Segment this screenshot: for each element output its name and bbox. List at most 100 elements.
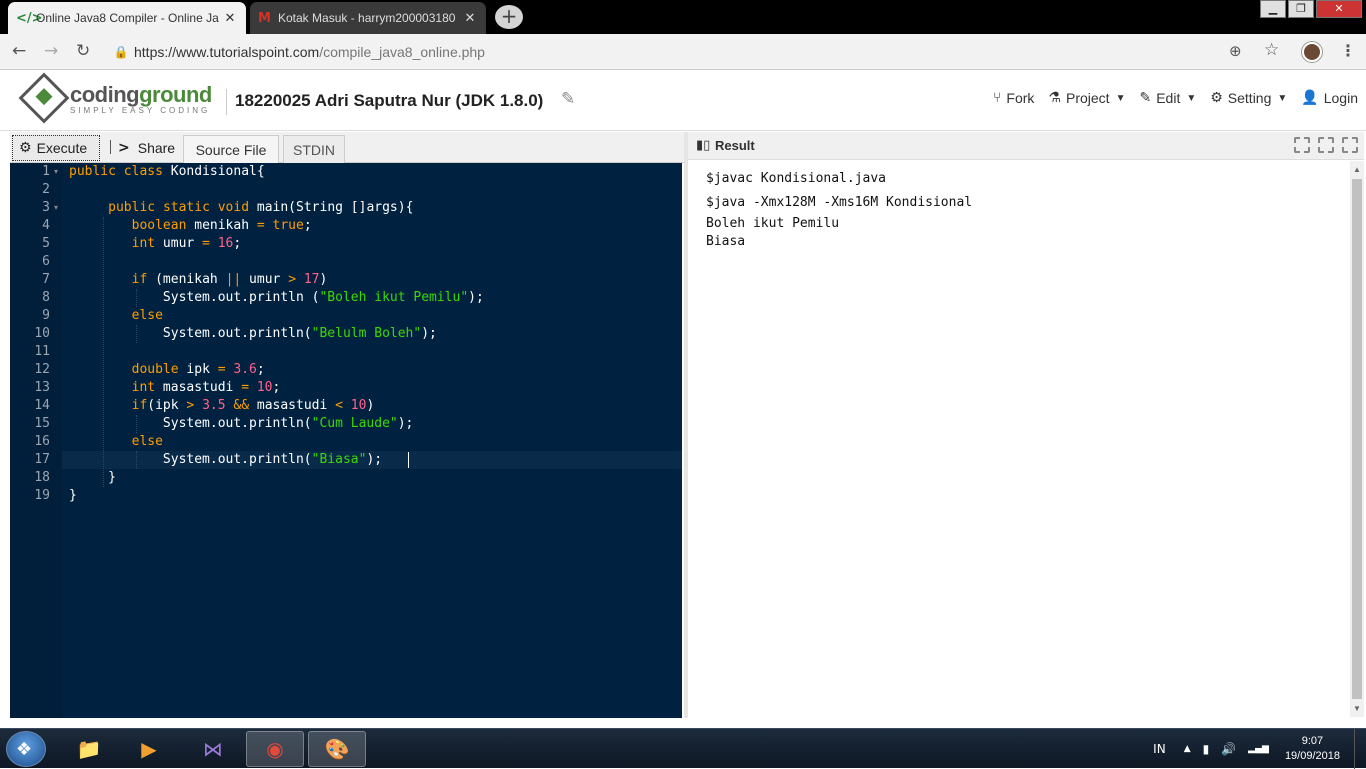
logo-mark-icon <box>18 72 70 124</box>
collapse-icon[interactable] <box>1294 137 1310 153</box>
gear-icon: ⚙ <box>1210 90 1223 106</box>
code-line: else <box>131 434 163 449</box>
edit-title-icon[interactable]: ✎ <box>561 89 575 109</box>
execute-button[interactable]: ⚙ Execute <box>12 135 100 161</box>
menu-login[interactable]: 👤 Login <box>1301 90 1358 106</box>
fold-toggle-icon[interactable]: ▾ <box>54 199 58 217</box>
battery-icon[interactable]: ▮ <box>1203 742 1210 756</box>
code-line: public static void main(String []args){ <box>108 200 414 215</box>
menu-label: Login <box>1323 90 1358 106</box>
browser-tab-bar: </> Online Java8 Compiler - Online Ja ✕ … <box>0 0 1366 34</box>
menu-edit[interactable]: ✎ Edit ▼ <box>1139 90 1196 106</box>
maximize-button[interactable]: ❐ <box>1288 0 1314 18</box>
line-number: 17 <box>34 452 50 467</box>
user-icon: 👤 <box>1301 90 1319 106</box>
close-tab-icon[interactable]: ✕ <box>222 10 238 26</box>
reload-button[interactable]: ↻ <box>76 41 90 61</box>
header-divider <box>226 89 227 115</box>
line-number: 14 <box>34 398 50 413</box>
fullscreen-icon[interactable] <box>1342 137 1358 153</box>
result-header: ▮▯ Result <box>688 132 1364 160</box>
output-line: $javac Kondisional.java <box>706 171 887 186</box>
url-path: /compile_java8_online.php <box>319 44 485 60</box>
code-line: public class Kondisional{ <box>69 164 265 179</box>
toolbar-separator <box>110 140 111 154</box>
visual-studio-icon[interactable]: ⋈ <box>184 731 242 767</box>
language-indicator[interactable]: IN <box>1153 742 1166 756</box>
chrome-icon[interactable]: ◉ <box>246 731 304 767</box>
browser-menu-icon[interactable]: ⋮ <box>1340 41 1356 61</box>
line-number: 1 <box>42 164 50 179</box>
tab-gmail-inbox[interactable]: M Kotak Masuk - harrym200003180 ✕ <box>250 2 486 34</box>
code-line: boolean menikah = true; <box>131 218 312 233</box>
media-player-icon[interactable]: ▶ <box>120 731 178 767</box>
profile-avatar[interactable] <box>1302 42 1322 62</box>
close-window-button[interactable]: ✕ <box>1316 0 1362 18</box>
line-number: 13 <box>34 380 50 395</box>
result-scrollbar[interactable]: ▲ ▼ <box>1350 161 1364 717</box>
network-icon[interactable]: ▂▄▆ <box>1248 744 1269 754</box>
top-menu: ⑂ Fork ⚗ Project ▼ ✎ Edit ▼ ⚙ Setting ▼ … <box>979 90 1358 106</box>
show-hidden-icons[interactable]: ▲ <box>1184 744 1191 754</box>
code-line: if (menikah || umur > 17) <box>131 272 328 287</box>
code-line: System.out.println("Biasa"); <box>69 452 383 467</box>
share-button[interactable]: > Share <box>114 135 175 161</box>
bookmark-star-icon[interactable]: ☆ <box>1264 40 1279 60</box>
editor-toolbar: ⚙ Execute > Share Source File STDIN <box>10 132 684 164</box>
gmail-icon: M <box>258 10 271 26</box>
line-number-gutter: 1 2 3 4 5 6 7 8 9 10 11 12 13 14 15 16 17 18 19 ▾ ▾ <box>10 163 62 718</box>
execute-label: Execute <box>36 140 88 156</box>
result-controls <box>1286 137 1358 153</box>
forward-button[interactable]: → <box>44 41 58 61</box>
menu-fork[interactable]: ⑂ Fork <box>993 90 1034 106</box>
url-base: https://www.tutorialspoint.com <box>134 44 320 60</box>
line-number: 19 <box>34 488 50 503</box>
clock[interactable]: 9:07 19/09/2018 <box>1285 734 1340 764</box>
project-title: 18220025 Adri Saputra Nur (JDK 1.8.0) <box>235 91 544 110</box>
bar-chart-icon: ▮▯ <box>696 138 711 153</box>
line-number: 4 <box>42 218 50 233</box>
output-line: Biasa <box>706 234 746 249</box>
scroll-down-icon[interactable]: ▼ <box>1353 704 1361 713</box>
restore-icon[interactable] <box>1318 137 1334 153</box>
start-button[interactable]: ❖ <box>6 731 46 767</box>
zoom-icon[interactable]: ⊕ <box>1229 42 1242 60</box>
code-line: } <box>69 488 77 503</box>
tab-online-java8-compiler[interactable]: </> Online Java8 Compiler - Online Ja ✕ <box>8 2 246 34</box>
menu-project[interactable]: ⚗ Project ▼ <box>1048 90 1125 106</box>
menu-label: Fork <box>1006 90 1035 106</box>
explorer-icon[interactable]: 📁 <box>60 731 118 767</box>
code-editor[interactable]: 1 2 3 4 5 6 7 8 9 10 11 12 13 14 15 16 17 18 19 ▾ ▾ public c… <box>10 163 682 718</box>
line-number: 3 <box>42 200 50 215</box>
chevron-down-icon: ▼ <box>1186 92 1197 104</box>
show-desktop-button[interactable] <box>1354 729 1366 769</box>
line-number: 10 <box>34 326 50 341</box>
back-button[interactable]: ← <box>12 41 26 61</box>
url-input[interactable]: 🔒 https://www.tutorialspoint.com/compile… <box>108 39 1288 65</box>
lock-icon: 🔒 <box>113 45 129 59</box>
fold-toggle-icon[interactable]: ▾ <box>54 163 58 181</box>
code-line: int masastudi = 10; <box>131 380 281 395</box>
scroll-up-icon[interactable]: ▲ <box>1353 165 1361 174</box>
volume-icon[interactable]: 🔊 <box>1221 742 1236 756</box>
chevron-down-icon: ▼ <box>1115 92 1126 104</box>
codingground-logo[interactable]: codingground SIMPLY EASY CODING <box>18 72 212 124</box>
tab-stdin[interactable]: STDIN <box>283 135 345 164</box>
menu-setting[interactable]: ⚙ Setting ▼ <box>1210 90 1287 106</box>
pane-splitter[interactable] <box>684 132 688 718</box>
clock-time: 9:07 <box>1301 735 1324 747</box>
line-number: 5 <box>42 236 50 251</box>
tab-source-file[interactable]: Source File <box>183 135 279 164</box>
logo-word-coding: coding <box>70 81 140 107</box>
line-number: 8 <box>42 290 50 305</box>
window-controls: ▁ ❐ ✕ <box>1258 0 1362 18</box>
new-tab-button[interactable]: + <box>495 5 523 29</box>
paint-icon[interactable]: 🎨 <box>308 731 366 767</box>
minimize-button[interactable]: ▁ <box>1260 0 1286 18</box>
sitemap-icon: ⚗ <box>1048 90 1061 106</box>
logo-word-ground: ground <box>139 81 212 107</box>
close-tab-icon[interactable]: ✕ <box>462 10 478 26</box>
scrollbar-thumb[interactable] <box>1352 179 1362 699</box>
line-number: 2 <box>42 182 50 197</box>
menu-label: Project <box>1065 90 1110 106</box>
